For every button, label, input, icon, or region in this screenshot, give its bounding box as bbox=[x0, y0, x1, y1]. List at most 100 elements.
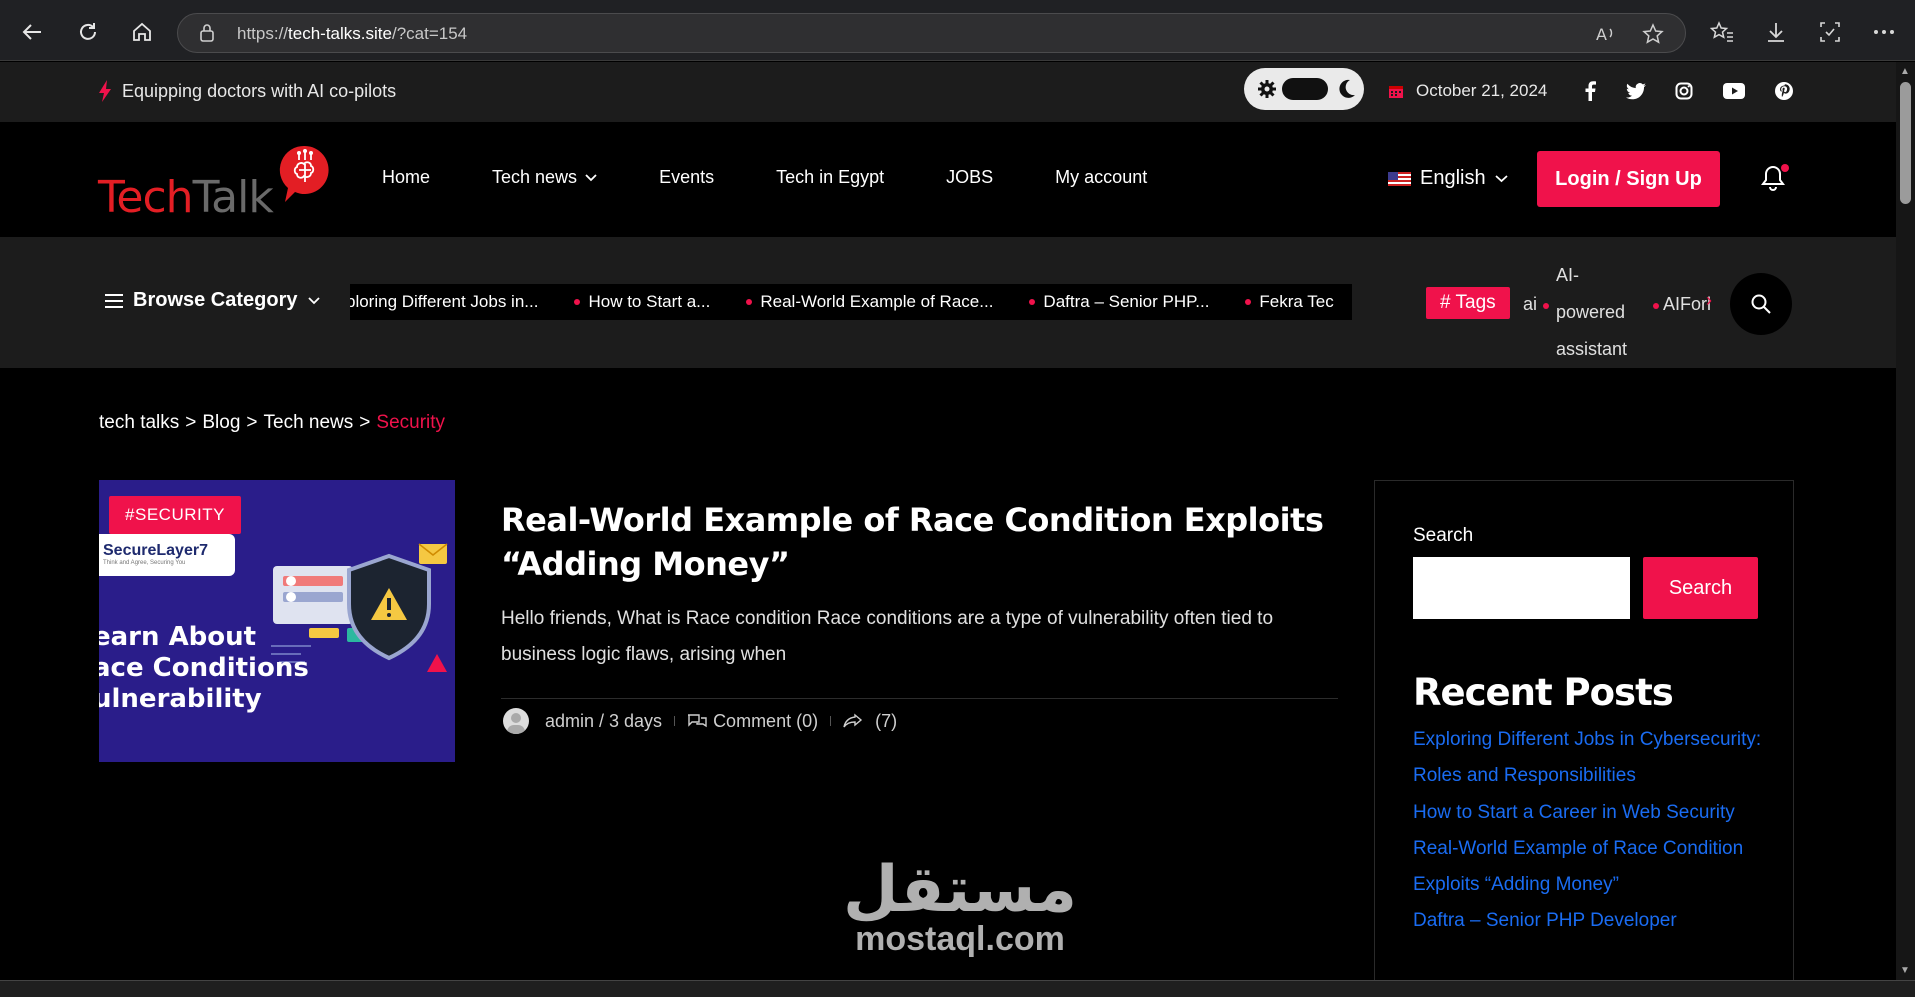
nav-home[interactable]: Home bbox=[382, 167, 430, 188]
breadcrumb: tech talks > Blog > Tech news > Security bbox=[99, 412, 445, 434]
scroll-up-icon[interactable]: ▲ bbox=[1900, 66, 1910, 77]
toggle-switch[interactable] bbox=[1282, 78, 1328, 100]
ticker-item[interactable]: Real-World Example of Race... bbox=[746, 292, 993, 312]
post-excerpt: Hello friends, What is Race condition Ra… bbox=[501, 608, 1274, 665]
url-host: tech-talks.site bbox=[288, 24, 392, 43]
scroll-down-icon[interactable]: ▼ bbox=[1900, 965, 1910, 976]
tag-ai[interactable]: ai bbox=[1523, 294, 1537, 315]
post-title[interactable]: Real-World Example of Race Condition Exp… bbox=[501, 498, 1341, 586]
refresh-icon[interactable] bbox=[72, 16, 104, 48]
more-menu-icon[interactable] bbox=[1870, 18, 1898, 46]
facebook-icon[interactable] bbox=[1578, 79, 1602, 103]
downloads-icon[interactable] bbox=[1762, 18, 1790, 46]
ticker-bullet bbox=[1029, 299, 1036, 305]
tags-button[interactable]: # Tags bbox=[1426, 287, 1510, 319]
breadcrumb-tech-news[interactable]: Tech news bbox=[264, 412, 354, 434]
scrollbar-thumb[interactable] bbox=[1900, 82, 1911, 204]
svg-text:A: A bbox=[1596, 25, 1607, 43]
nav-tech-news[interactable]: Tech news bbox=[492, 167, 597, 188]
top-bar: Equipping doctors with AI co-pilots Octo… bbox=[0, 62, 1896, 122]
breadcrumb-blog[interactable]: Blog bbox=[202, 412, 240, 434]
chevron-down-icon bbox=[307, 296, 320, 304]
breadcrumb-current: Security bbox=[376, 412, 446, 433]
us-flag-icon bbox=[1388, 171, 1411, 186]
home-icon[interactable] bbox=[126, 16, 158, 48]
breadcrumb-separator: > bbox=[185, 412, 197, 433]
taskbar-edge bbox=[0, 980, 1915, 997]
post-shares[interactable]: (7) bbox=[875, 711, 897, 732]
tag-list: ai AI-powered assistant AIForl › bbox=[1520, 257, 1715, 359]
favorites-icon[interactable] bbox=[1708, 18, 1736, 46]
author-avatar[interactable] bbox=[503, 708, 529, 734]
nav-jobs-label: JOBS bbox=[946, 167, 994, 187]
sidebar-search-button[interactable]: Search bbox=[1643, 557, 1758, 619]
back-icon[interactable] bbox=[16, 16, 48, 48]
post-meta-divider bbox=[501, 698, 1338, 699]
nav-jobs[interactable]: JOBS bbox=[946, 167, 993, 188]
url-text[interactable]: https://tech-talks.site/?cat=154 bbox=[237, 24, 467, 44]
notification-dot bbox=[1781, 164, 1789, 172]
ticker-track: ploring Different Jobs in... How to Star… bbox=[350, 292, 1352, 312]
ticker-item[interactable]: How to Start a... bbox=[574, 292, 710, 312]
favorite-star-icon[interactable] bbox=[1641, 22, 1665, 46]
news-tagline[interactable]: Equipping doctors with AI co-pilots bbox=[98, 80, 396, 102]
recent-post-link[interactable]: Daftra – Senior PHP Developer bbox=[1413, 903, 1783, 939]
site-logo[interactable]: TechTalk bbox=[98, 144, 338, 223]
youtube-icon[interactable] bbox=[1722, 79, 1746, 103]
nav-events-label: Events bbox=[659, 167, 715, 187]
nav-events[interactable]: Events bbox=[659, 167, 714, 188]
ticker-item[interactable]: Daftra – Senior PHP... bbox=[1029, 292, 1209, 312]
watermark-latin: mostaql.com bbox=[855, 920, 1065, 958]
meta-separator bbox=[830, 716, 832, 726]
logo-text: TechTalk bbox=[98, 172, 274, 223]
recent-post-link[interactable]: Exploring Different Jobs in Cybersecurit… bbox=[1413, 722, 1783, 795]
lightning-icon bbox=[99, 80, 111, 102]
page-scrollbar[interactable]: ▲ ▼ bbox=[1896, 62, 1915, 980]
share-icon bbox=[843, 713, 863, 728]
read-aloud-icon[interactable]: A bbox=[1594, 22, 1618, 46]
address-bar[interactable]: https://tech-talks.site/?cat=154 A bbox=[177, 13, 1686, 53]
tag-aiforl[interactable]: AIForl bbox=[1663, 294, 1711, 315]
recent-post-link[interactable]: How to Start a Career in Web Security bbox=[1413, 795, 1783, 831]
lock-icon[interactable] bbox=[198, 23, 216, 48]
watermark: مستقل mostaql.com bbox=[840, 858, 1080, 978]
nav-my-account[interactable]: My account bbox=[1055, 167, 1147, 188]
watermark-arabic: مستقل bbox=[842, 853, 1078, 927]
tag-ai-powered-assistant[interactable]: AI-powered assistant bbox=[1556, 257, 1646, 368]
nav-tech-in-egypt[interactable]: Tech in Egypt bbox=[776, 167, 884, 188]
nav-tech-news-label: Tech news bbox=[492, 167, 578, 187]
tagline-text: Equipping doctors with AI co-pilots bbox=[122, 80, 397, 101]
nav-home-label: Home bbox=[382, 167, 431, 187]
instagram-icon[interactable] bbox=[1672, 79, 1696, 103]
twitter-icon[interactable] bbox=[1624, 79, 1648, 103]
recent-posts-title: Recent Posts bbox=[1413, 671, 1674, 714]
thumb-brand: SecureLayer7 Think and Agree, Securing Yo… bbox=[99, 534, 235, 576]
sidebar: Search Search Recent Posts Exploring Dif… bbox=[1374, 480, 1794, 997]
theme-toggle[interactable] bbox=[1244, 68, 1364, 110]
moon-icon bbox=[1339, 79, 1355, 98]
header-search-button[interactable] bbox=[1730, 273, 1792, 335]
post-category-badge[interactable]: #SECURITY bbox=[109, 496, 241, 534]
ticker-bullet bbox=[746, 299, 753, 305]
post-thumbnail[interactable]: #SECURITY SecureLayer7 Think and Agree, S… bbox=[99, 480, 455, 762]
news-ticker: ploring Different Jobs in... How to Star… bbox=[350, 284, 1352, 320]
notification-bell-icon[interactable] bbox=[1761, 164, 1789, 194]
breadcrumb-home[interactable]: tech talks bbox=[99, 412, 179, 434]
post-author-date[interactable]: admin / 3 days bbox=[545, 711, 662, 732]
thumb-headline: earn About ace Conditions ulnerability bbox=[99, 622, 309, 714]
language-selector[interactable]: English bbox=[1388, 167, 1508, 190]
ticker-item-label: How to Start a... bbox=[588, 292, 711, 311]
screenshot-icon[interactable] bbox=[1816, 18, 1844, 46]
post-comments[interactable]: Comment (0) bbox=[713, 711, 818, 732]
ticker-item[interactable]: Fekra Tec bbox=[1245, 292, 1334, 312]
login-signup-button[interactable]: Login / Sign Up bbox=[1537, 151, 1720, 207]
breadcrumb-separator: > bbox=[359, 412, 371, 433]
nav-my-account-label: My account bbox=[1055, 167, 1148, 187]
ticker-item[interactable]: ploring Different Jobs in... bbox=[350, 292, 538, 312]
chevron-down-icon bbox=[1495, 174, 1508, 182]
recent-post-link[interactable]: Real-World Example of Race Condition Exp… bbox=[1413, 831, 1783, 904]
tags-next-icon[interactable]: › bbox=[1706, 290, 1712, 311]
pinterest-icon[interactable] bbox=[1772, 79, 1796, 103]
sidebar-search-input[interactable] bbox=[1413, 557, 1630, 619]
browse-category-button[interactable]: Browse Category bbox=[105, 289, 320, 312]
